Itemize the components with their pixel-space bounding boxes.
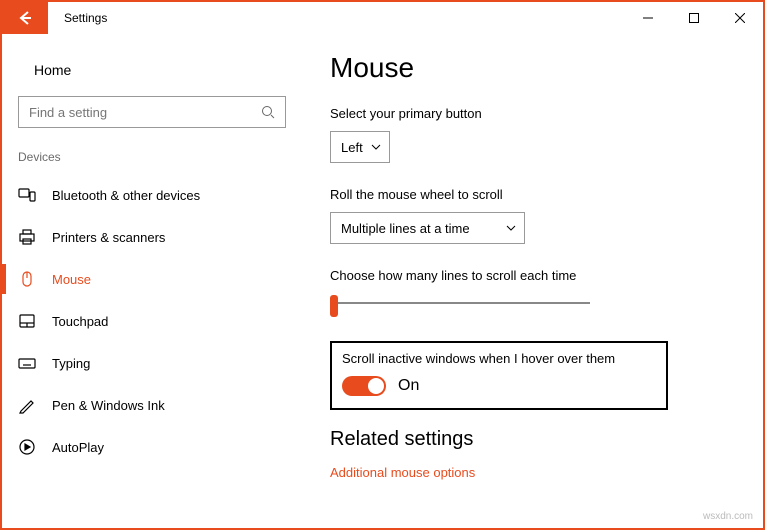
sidebar-item-touchpad[interactable]: Touchpad xyxy=(12,300,292,342)
devices-icon xyxy=(18,186,36,204)
related-heading: Related settings xyxy=(330,428,735,451)
scroll-inactive-toggle[interactable] xyxy=(342,376,386,396)
sidebar-item-printers[interactable]: Printers & scanners xyxy=(12,216,292,258)
main-content: Mouse Select your primary button Left Ro… xyxy=(302,34,763,528)
wheel-select[interactable]: Multiple lines at a time xyxy=(330,212,525,244)
additional-mouse-options-link[interactable]: Additional mouse options xyxy=(330,465,735,480)
sidebar: Home Devices Bluetooth & other devices P… xyxy=(2,34,302,528)
page-title: Mouse xyxy=(330,52,735,84)
pen-icon xyxy=(18,396,36,414)
home-label: Home xyxy=(34,62,71,78)
minimize-button[interactable] xyxy=(625,2,671,34)
back-button[interactable] xyxy=(2,2,48,34)
lines-slider[interactable] xyxy=(330,293,590,313)
scroll-inactive-section: Scroll inactive windows when I hover ove… xyxy=(330,341,668,410)
lines-label: Choose how many lines to scroll each tim… xyxy=(330,268,735,283)
window-title: Settings xyxy=(48,2,107,34)
slider-thumb[interactable] xyxy=(330,295,338,317)
search-field[interactable] xyxy=(29,105,261,120)
titlebar: Settings xyxy=(2,2,763,34)
keyboard-icon xyxy=(18,354,36,372)
select-value: Multiple lines at a time xyxy=(341,221,470,236)
toggle-state: On xyxy=(398,377,419,395)
sidebar-item-bluetooth[interactable]: Bluetooth & other devices xyxy=(12,174,292,216)
window-controls xyxy=(625,2,763,34)
watermark: wsxdn.com xyxy=(703,511,753,522)
search-input[interactable] xyxy=(18,96,286,128)
autoplay-icon xyxy=(18,438,36,456)
select-value: Left xyxy=(341,140,363,155)
sidebar-item-label: Mouse xyxy=(52,272,91,287)
chevron-down-icon xyxy=(506,223,516,233)
search-icon xyxy=(261,105,275,119)
sidebar-item-autoplay[interactable]: AutoPlay xyxy=(12,426,292,468)
sidebar-item-label: Printers & scanners xyxy=(52,230,165,245)
close-icon xyxy=(735,13,745,23)
group-label: Devices xyxy=(12,150,292,174)
sidebar-item-mouse[interactable]: Mouse xyxy=(12,258,292,300)
arrow-left-icon xyxy=(17,10,33,26)
minimize-icon xyxy=(643,13,653,23)
maximize-button[interactable] xyxy=(671,2,717,34)
primary-button-select[interactable]: Left xyxy=(330,131,390,163)
wheel-label: Roll the mouse wheel to scroll xyxy=(330,187,735,202)
chevron-down-icon xyxy=(371,142,381,152)
slider-track xyxy=(330,302,590,304)
close-button[interactable] xyxy=(717,2,763,34)
home-link[interactable]: Home xyxy=(12,54,292,96)
sidebar-item-label: Typing xyxy=(52,356,90,371)
sidebar-item-typing[interactable]: Typing xyxy=(12,342,292,384)
sidebar-item-label: Touchpad xyxy=(52,314,108,329)
maximize-icon xyxy=(689,13,699,23)
toggle-knob xyxy=(368,378,384,394)
sidebar-item-label: AutoPlay xyxy=(52,440,104,455)
sidebar-item-label: Pen & Windows Ink xyxy=(52,398,165,413)
touchpad-icon xyxy=(18,312,36,330)
sidebar-item-label: Bluetooth & other devices xyxy=(52,188,200,203)
mouse-icon xyxy=(18,270,36,288)
primary-button-label: Select your primary button xyxy=(330,106,735,121)
printer-icon xyxy=(18,228,36,246)
sidebar-item-pen[interactable]: Pen & Windows Ink xyxy=(12,384,292,426)
scroll-inactive-label: Scroll inactive windows when I hover ove… xyxy=(342,351,656,366)
